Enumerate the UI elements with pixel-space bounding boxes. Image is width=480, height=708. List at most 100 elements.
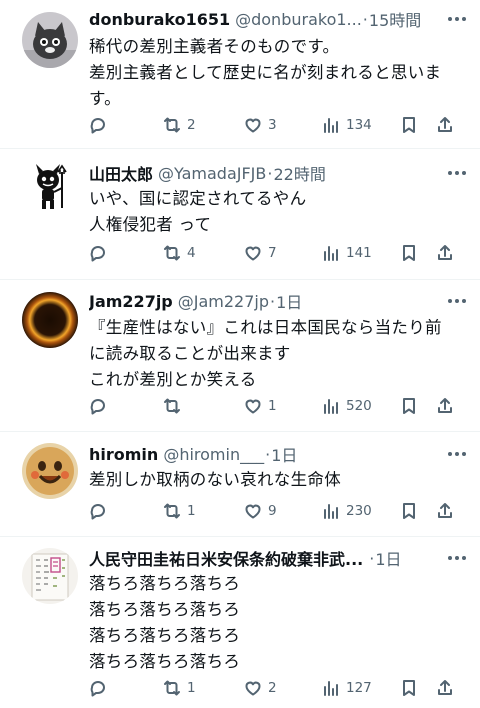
retweet-icon bbox=[164, 503, 180, 519]
like-button[interactable]: 9 bbox=[243, 496, 277, 526]
timestamp[interactable]: 15時間 bbox=[369, 7, 421, 31]
like-count: 1 bbox=[268, 398, 277, 414]
tweet-text: いや、国に認定されてるやん 人権侵犯者 って bbox=[89, 186, 468, 238]
bookmark-button[interactable] bbox=[399, 673, 419, 703]
like-button[interactable]: 3 bbox=[243, 110, 277, 140]
retweet-count: 4 bbox=[187, 245, 196, 261]
share-button[interactable] bbox=[435, 238, 455, 268]
bookmark-icon bbox=[403, 503, 415, 519]
view-count: 127 bbox=[346, 680, 372, 696]
retweet-icon bbox=[164, 398, 180, 414]
tweet[interactable]: Jam227jp @Jam227jp · 1日 『生産性はない』これは日本国民な… bbox=[0, 280, 480, 431]
timestamp[interactable]: 1日 bbox=[375, 546, 401, 570]
views-button[interactable]: 134 bbox=[321, 110, 372, 140]
views-button[interactable]: 230 bbox=[321, 496, 372, 526]
tweet-line: 差別主義者として歴史に名が刻まれると思いま bbox=[89, 63, 442, 82]
avatar[interactable] bbox=[22, 443, 78, 499]
share-button[interactable] bbox=[435, 496, 455, 526]
tweet-text: 稀代の差別主義者そのものです。 差別主義者として歴史に名が刻まれると思いま す。 bbox=[89, 34, 468, 112]
avatar[interactable] bbox=[22, 548, 78, 604]
action-bar: 1 520 bbox=[0, 391, 480, 421]
tweet[interactable]: donburako1651 @donburako1... · 15時間 稀代の差… bbox=[0, 0, 480, 148]
bookmark-button[interactable] bbox=[399, 496, 419, 526]
reply-button[interactable] bbox=[88, 238, 113, 268]
bookmark-button[interactable] bbox=[399, 391, 419, 421]
views-button[interactable]: 141 bbox=[321, 238, 372, 268]
timestamp[interactable]: 1日 bbox=[276, 289, 302, 313]
more-options-icon[interactable] bbox=[442, 299, 466, 303]
view-count: 141 bbox=[346, 245, 372, 261]
like-count: 3 bbox=[268, 117, 277, 133]
retweet-count: 2 bbox=[187, 117, 196, 133]
user-handle[interactable]: @donburako1... bbox=[235, 10, 362, 29]
like-button[interactable]: 2 bbox=[243, 673, 277, 703]
bookmark-icon bbox=[403, 245, 415, 261]
tweet[interactable]: 山田太郎 @YamadaJFJB · 22時間 いや、国に認定されてるやん 人権… bbox=[0, 149, 480, 279]
avatar[interactable] bbox=[22, 12, 78, 68]
bookmark-icon bbox=[403, 680, 415, 696]
like-button[interactable]: 7 bbox=[243, 238, 277, 268]
reply-button[interactable] bbox=[88, 673, 113, 703]
bookmark-icon bbox=[403, 117, 415, 133]
display-name[interactable]: 人民守田圭祐日米安保条約破棄非武... bbox=[89, 546, 363, 570]
reply-button[interactable] bbox=[88, 391, 113, 421]
display-name[interactable]: donburako1651 bbox=[89, 10, 230, 29]
avatar[interactable] bbox=[22, 158, 78, 214]
heart-icon bbox=[245, 399, 261, 414]
share-button[interactable] bbox=[435, 391, 455, 421]
more-options-icon[interactable] bbox=[442, 556, 466, 560]
more-options-icon[interactable] bbox=[442, 17, 466, 21]
action-bar: 1 2 127 bbox=[0, 673, 480, 703]
tweet[interactable]: hiromin @hiromin___ · 1日 差別しか取柄のない哀れな生命体… bbox=[0, 432, 480, 536]
reply-icon bbox=[90, 118, 105, 134]
tweet[interactable]: 人民守田圭祐日米安保条約破棄非武... · 1日 落ちろ落ちろ落ちろ 落ちろ落ち… bbox=[0, 537, 480, 708]
retweet-button[interactable] bbox=[162, 391, 187, 421]
heart-icon bbox=[245, 504, 261, 519]
action-bar: 4 7 141 bbox=[0, 238, 480, 268]
share-button[interactable] bbox=[435, 110, 455, 140]
reply-icon bbox=[90, 681, 105, 697]
display-name[interactable]: Jam227jp bbox=[89, 292, 173, 311]
views-button[interactable]: 520 bbox=[321, 391, 372, 421]
bookmark-button[interactable] bbox=[399, 110, 419, 140]
tweet-line: 落ちろ落ちろ落ちろ bbox=[89, 626, 241, 645]
dot-separator: · bbox=[265, 444, 271, 464]
reply-button[interactable] bbox=[88, 496, 113, 526]
reply-button[interactable] bbox=[88, 110, 113, 140]
black-devil-avatar-icon bbox=[22, 158, 78, 214]
display-name[interactable]: hiromin bbox=[89, 445, 158, 464]
retweet-button[interactable]: 1 bbox=[162, 496, 196, 526]
dot-separator: · bbox=[369, 548, 375, 568]
more-options-icon[interactable] bbox=[442, 452, 466, 456]
tweet-line: 人権侵犯者 って bbox=[89, 215, 212, 234]
display-name[interactable]: 山田太郎 bbox=[89, 161, 153, 185]
user-handle[interactable]: @Jam227jp bbox=[178, 292, 269, 311]
dot-separator: · bbox=[270, 291, 276, 311]
retweet-count: 1 bbox=[187, 680, 196, 696]
share-icon bbox=[438, 245, 452, 260]
tweet-line: に読み取ることが出来ます bbox=[89, 344, 291, 363]
bookmark-button[interactable] bbox=[399, 238, 419, 268]
retweet-button[interactable]: 4 bbox=[162, 238, 196, 268]
more-options-icon[interactable] bbox=[442, 171, 466, 175]
user-handle[interactable]: @YamadaJFJB bbox=[158, 164, 266, 183]
views-button[interactable]: 127 bbox=[321, 673, 372, 703]
timestamp[interactable]: 22時間 bbox=[273, 161, 325, 185]
avatar[interactable] bbox=[22, 292, 78, 348]
tweet-text: 『生産性はない』これは日本国民なら当たり前 に読み取ることが出来ます これが差別… bbox=[89, 315, 468, 393]
fire-ring-avatar-icon bbox=[22, 292, 78, 348]
retweet-icon bbox=[164, 680, 180, 696]
retweet-button[interactable]: 1 bbox=[162, 673, 196, 703]
tweet-line: 落ちろ落ちろ落ちろ bbox=[89, 574, 241, 593]
like-button[interactable]: 1 bbox=[243, 391, 277, 421]
bookmark-icon bbox=[403, 398, 415, 414]
user-handle[interactable]: @hiromin___ bbox=[163, 445, 264, 464]
reply-icon bbox=[90, 399, 105, 415]
share-button[interactable] bbox=[435, 673, 455, 703]
tweet-line: す。 bbox=[89, 89, 121, 108]
timestamp[interactable]: 1日 bbox=[271, 442, 297, 466]
tweet-text: 落ちろ落ちろ落ちろ 落ちろ落ちろ落ちろ 落ちろ落ちろ落ちろ 落ちろ落ちろ落ちろ bbox=[89, 571, 468, 675]
dot-separator: · bbox=[362, 9, 368, 29]
retweet-button[interactable]: 2 bbox=[162, 110, 196, 140]
tweet-line: これが差別とか笑える bbox=[89, 370, 257, 389]
